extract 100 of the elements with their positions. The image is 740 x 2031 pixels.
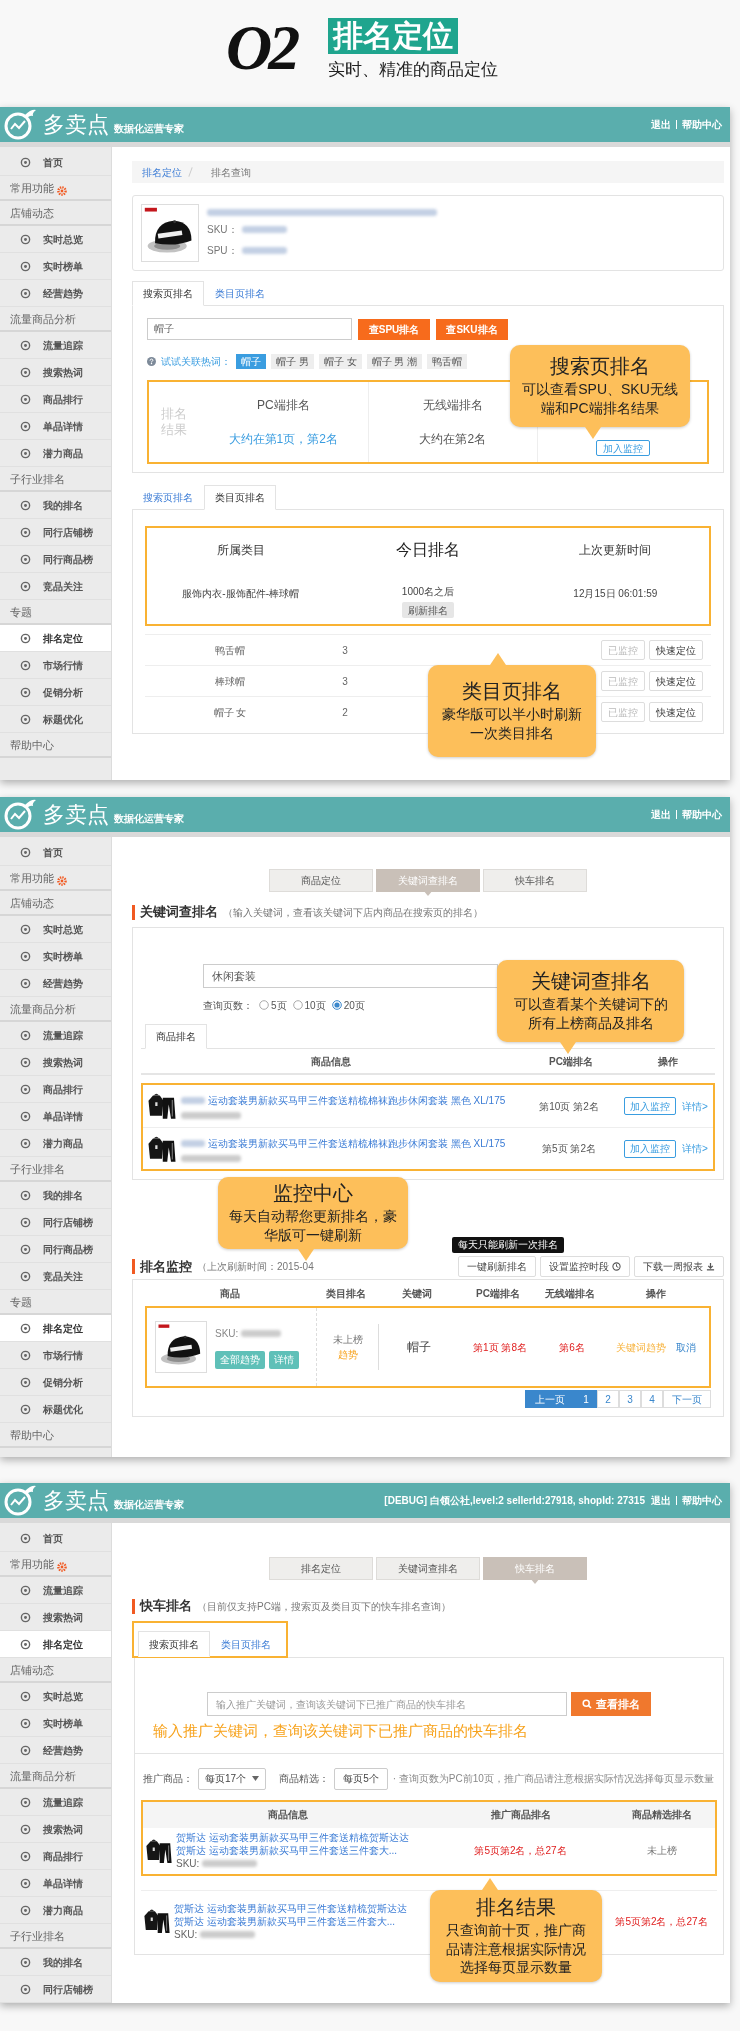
- radio-button[interactable]: [331, 1000, 342, 1010]
- sidebar-item[interactable]: 首页: [0, 1525, 111, 1552]
- sidebar-item[interactable]: 潜力商品: [0, 1897, 111, 1924]
- product-title-link[interactable]: 贺斯达 运动套装男新款买马甲三件套送三件套大...: [176, 1844, 409, 1857]
- sidebar-item[interactable]: 流量追踪: [0, 1789, 111, 1816]
- product-title-link[interactable]: 运动套装男新款买马甲三件套送精梳棉袜跑步休闲套装 黑色 XL/175: [208, 1093, 506, 1108]
- sidebar-item[interactable]: 首页: [0, 839, 111, 866]
- sidebar-item[interactable]: 首页: [0, 149, 111, 176]
- sidebar-item[interactable]: 实时总览: [0, 1683, 111, 1710]
- keyword-chip[interactable]: 鸭舌帽: [427, 353, 468, 369]
- sidebar-item[interactable]: 排名定位: [0, 1315, 111, 1342]
- sidebar-item[interactable]: 商品排行: [0, 386, 111, 413]
- keyword-chip[interactable]: 帽子 女: [318, 353, 362, 369]
- sidebar-item[interactable]: 同行商品榜: [0, 546, 111, 573]
- sidebar-item[interactable]: 搜索热词: [0, 1816, 111, 1843]
- row-button[interactable]: 快速定位: [649, 671, 703, 691]
- sidebar-item[interactable]: 单品详情: [0, 413, 111, 440]
- sidebar-item[interactable]: 流量追踪: [0, 332, 111, 359]
- next-page-button[interactable]: 下一页: [663, 1390, 711, 1408]
- sidebar-item[interactable]: 标题优化: [0, 706, 111, 733]
- keyword-chip[interactable]: 帽子 男 潮: [366, 353, 423, 369]
- previous-page-button[interactable]: 上一页: [525, 1390, 575, 1408]
- sidebar-item[interactable]: 标题优化: [0, 1396, 111, 1423]
- row-button[interactable]: 快速定位: [649, 640, 703, 660]
- sidebar-item[interactable]: 我的排名: [0, 492, 111, 519]
- sidebar-item[interactable]: 我的排名: [0, 1949, 111, 1976]
- sidebar-item[interactable]: 竞品关注: [0, 1263, 111, 1290]
- sidebar-item[interactable]: 市场行情: [0, 1342, 111, 1369]
- sidebar-item[interactable]: 同行店铺榜: [0, 1976, 111, 2003]
- circle-icon: [20, 632, 31, 644]
- sidebar-item[interactable]: 经营趋势: [0, 1737, 111, 1764]
- page-button[interactable]: 1: [575, 1390, 597, 1408]
- page-button[interactable]: 4: [641, 1390, 663, 1408]
- keyword-chip[interactable]: 帽子 男: [271, 353, 314, 369]
- radio-option[interactable]: 20页: [331, 997, 365, 1013]
- sidebar-item[interactable]: 同行店铺榜: [0, 1209, 111, 1236]
- tab[interactable]: 关键词查排名: [376, 1557, 480, 1580]
- sidebar-item[interactable]: 实时榜单: [0, 1710, 111, 1737]
- cancel-link[interactable]: 取消: [676, 1339, 696, 1355]
- sidebar-item[interactable]: 我的排名: [0, 1182, 111, 1209]
- sidebar-item[interactable]: 潜力商品: [0, 1130, 111, 1157]
- column-header: 推广商品排名: [489, 1808, 552, 1822]
- radio-button[interactable]: [292, 1000, 303, 1010]
- spu-label: SPU：: [207, 243, 238, 258]
- sidebar-item[interactable]: 流量追踪: [0, 1022, 111, 1049]
- sidebar-item[interactable]: 单品详情: [0, 1103, 111, 1130]
- tab[interactable]: 类目页排名: [204, 281, 276, 306]
- sidebar-item[interactable]: 潜力商品: [0, 440, 111, 467]
- page-button[interactable]: 3: [619, 1390, 641, 1408]
- radio-button[interactable]: [259, 1000, 269, 1010]
- sidebar-item[interactable]: 促销分析: [0, 679, 111, 706]
- tab[interactable]: 商品定位: [269, 869, 373, 892]
- sidebar-item[interactable]: 商品排行: [0, 1843, 111, 1870]
- sidebar-item[interactable]: 实时榜单: [0, 943, 111, 970]
- dropdown[interactable]: 每页17个: [198, 1767, 267, 1790]
- sidebar-item[interactable]: 实时榜单: [0, 253, 111, 280]
- sidebar-item[interactable]: 同行店铺榜: [0, 519, 111, 546]
- sidebar-item[interactable]: 经营趋势: [0, 970, 111, 997]
- sidebar-item[interactable]: 竞品关注: [0, 573, 111, 600]
- radio-option[interactable]: 5页: [259, 997, 287, 1013]
- sidebar-section-label: 店铺动态: [10, 895, 54, 911]
- radio-option[interactable]: 10页: [292, 997, 326, 1013]
- product-title-link[interactable]: 贺斯达 运动套装男新款买马甲三件套送精梳贺斯达达: [176, 1831, 409, 1844]
- toolbar-button[interactable]: 设置监控时段: [540, 1256, 630, 1277]
- toolbar-button[interactable]: 下载一周报表: [634, 1256, 724, 1277]
- sidebar-item[interactable]: 市场行情: [0, 652, 111, 679]
- toolbar-button[interactable]: 一键刷新排名: [458, 1256, 536, 1277]
- tab[interactable]: 类目页排名: [204, 485, 276, 510]
- product-title-link[interactable]: 贺斯达 运动套装男新款买马甲三件套送精梳贺斯达达: [174, 1901, 407, 1915]
- search-field[interactable]: 帽子: [147, 318, 352, 340]
- tab[interactable]: 搜索页排名: [132, 281, 204, 306]
- tab[interactable]: 搜索页排名: [132, 485, 204, 510]
- sidebar-item[interactable]: 商品排行: [0, 1076, 111, 1103]
- sidebar-item[interactable]: 实时总览: [0, 916, 111, 943]
- sidebar-item[interactable]: 排名定位: [0, 1631, 111, 1658]
- row-button[interactable]: 快速定位: [649, 702, 703, 722]
- tab[interactable]: 快车排名: [483, 869, 587, 892]
- tab[interactable]: 搜索页排名: [138, 1631, 210, 1657]
- search-field[interactable]: 休闲套装: [203, 964, 498, 988]
- sidebar-item[interactable]: 经营趋势: [0, 280, 111, 307]
- tab[interactable]: 类目页排名: [210, 1631, 282, 1657]
- sidebar-item[interactable]: 单品详情: [0, 1870, 111, 1897]
- sidebar-item[interactable]: 排名定位: [0, 625, 111, 652]
- tab[interactable]: 商品排名: [145, 1024, 207, 1049]
- search-field[interactable]: 输入推广关键词，查询该关键词下已推广商品的快车排名: [207, 1692, 567, 1716]
- sidebar-item[interactable]: 同行商品榜: [0, 1236, 111, 1263]
- circle-icon: [20, 1322, 31, 1334]
- sidebar-item[interactable]: 搜索热词: [0, 1049, 111, 1076]
- product-title-link[interactable]: 运动套装男新款买马甲三件套送精梳棉袜跑步休闲套装 黑色 XL/175: [208, 1135, 506, 1151]
- column-header: 商品: [219, 1286, 241, 1301]
- sidebar-item[interactable]: 流量追踪: [0, 1577, 111, 1604]
- tab[interactable]: 排名定位: [269, 1557, 373, 1580]
- refresh-button[interactable]: 刷新排名: [402, 602, 454, 618]
- sidebar-item[interactable]: 实时总览: [0, 226, 111, 253]
- sidebar-item[interactable]: 促销分析: [0, 1369, 111, 1396]
- sidebar-item[interactable]: 搜索热词: [0, 359, 111, 386]
- input-field[interactable]: 每页5个: [334, 1767, 388, 1790]
- page-button[interactable]: 2: [597, 1390, 619, 1408]
- breadcrumb-link[interactable]: 排名定位: [142, 164, 182, 180]
- product-title-link[interactable]: 贺斯达 运动套装男新款买马甲三件套送三件套大...: [174, 1914, 407, 1928]
